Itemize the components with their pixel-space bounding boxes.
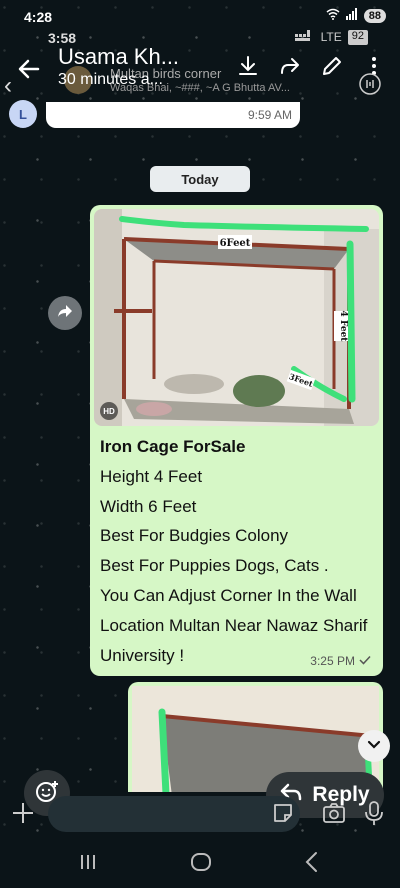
caption-line: Location Multan Near Nawaz Sharif [100,615,368,635]
caption-line: Iron Cage ForSale [100,437,246,456]
scroll-to-bottom-button[interactable] [358,730,390,762]
message-input-bar [0,792,400,836]
battery-indicator: 88 [363,8,386,23]
sender-avatar[interactable]: L [9,100,37,128]
plus-icon[interactable] [10,800,36,831]
forward-icon [56,303,74,324]
message-bubble[interactable]: 6Feet 4 Feet 3Feet HD Iron Cage ForSale … [90,205,383,676]
status-time: 4:28 [24,9,53,25]
caption-line: You Can Adjust Corner In the Wall [100,585,357,605]
home-icon[interactable] [190,851,212,878]
message-caption: Iron Cage ForSale Height 4 Feet Width 6 … [100,432,378,670]
chat-title[interactable]: Usama Kh... [58,44,179,70]
caption-line: Best For Budgies Colony [100,526,289,546]
call-add-icon[interactable] [358,72,382,101]
ghost-status-indicators: LTE 92 [294,30,368,45]
microphone-icon[interactable] [364,800,384,831]
system-nav-bar [0,838,400,888]
download-icon[interactable] [236,54,260,78]
ghost-back-chevron-icon: ‹ [4,72,12,99]
caption-line: Width 6 Feet [100,496,197,516]
chat-subtitle: 30 minutes a... [58,71,163,88]
forward-button[interactable] [48,296,82,330]
message-time: 9:59 AM [247,108,292,122]
cage-photo[interactable]: 6Feet 4 Feet 3Feet HD [94,209,379,426]
signal-icon [345,8,358,23]
ghost-network-label: LTE [320,30,342,44]
back-arrow-icon[interactable] [16,56,42,82]
caption-line: Height 4 Feet [100,466,203,486]
message-time: 3:25 PM [310,654,355,668]
recents-icon[interactable] [78,852,98,877]
dimension-label-top: 6Feet [220,238,251,249]
chat-header: ‹ Multan birds corner Waqas Bhai, ~###, … [0,44,400,102]
wifi-icon [326,8,340,23]
edit-pencil-icon[interactable] [320,54,344,78]
previous-message-bubble[interactable]: 9:59 AM [46,102,300,128]
check-icon [359,654,371,668]
camera-icon[interactable] [322,802,346,829]
nav-back-icon[interactable] [302,851,322,878]
ghost-signal-icon [294,30,315,45]
date-divider: Today [150,166,250,192]
dimension-label-side: 4 Feet [338,311,348,343]
message-meta: 3:25 PM [310,654,371,668]
chevron-down-icon [367,737,381,755]
message-input[interactable] [48,796,300,832]
hd-badge: HD [100,402,118,420]
sticker-icon[interactable] [272,802,294,829]
status-bar: 4:28 88 [0,0,400,30]
ghost-battery-indicator: 92 [347,30,368,45]
share-icon[interactable] [278,54,302,78]
status-indicators: 88 [326,8,386,23]
caption-line: Best For Puppies Dogs, Cats . [100,556,329,576]
